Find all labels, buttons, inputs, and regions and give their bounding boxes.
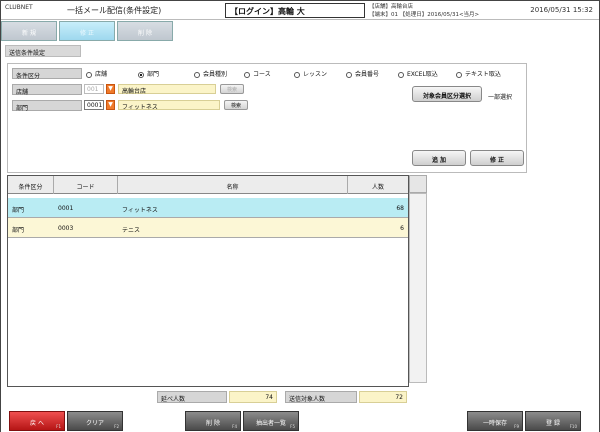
dept-code-input[interactable]: 0001: [84, 100, 104, 110]
radio-dot-icon: [138, 71, 144, 78]
cell-category: 部門: [12, 207, 25, 214]
column-header-code[interactable]: コード: [54, 176, 118, 194]
fkey-label: F10: [569, 424, 577, 429]
mode-tabs: 新 規 修 正 削 除: [1, 21, 181, 41]
radio-course[interactable]: コース: [244, 69, 271, 78]
store-line: 【店舗】高輪台店: [369, 4, 414, 10]
extracted-list-button-label: 抽出者一覧: [255, 420, 286, 427]
app-window: CLUBNET 一括メール配信(条件設定) 【ログイン】高輪 大 【店舗】高輪台…: [0, 0, 600, 432]
radio-member-number[interactable]: 会員番号: [346, 69, 379, 78]
scrollbar-up-button[interactable]: [409, 175, 427, 193]
radio-dot-icon: [194, 71, 200, 78]
brand-label: CLUBNET: [5, 4, 33, 11]
add-button[interactable]: 追 加: [412, 150, 466, 166]
fkey-label: F9: [514, 424, 519, 429]
fkey-label: F5: [290, 424, 295, 429]
store-code-input[interactable]: 001: [84, 84, 104, 94]
cell-name: テニス: [122, 227, 141, 234]
edit-button[interactable]: 修 正: [470, 150, 524, 166]
cell-name: フィットネス: [122, 207, 158, 214]
store-search-button[interactable]: 検索: [220, 84, 244, 94]
clear-button-label: クリア: [85, 420, 104, 427]
column-header-category[interactable]: 条件区分: [8, 176, 54, 194]
radio-excel-import[interactable]: EXCEL取込: [398, 69, 438, 78]
radio-label: 店舗: [95, 71, 108, 78]
store-info: 【店舗】高輪台店 【端末】01 【処理日】2016/05/31<当月>: [369, 3, 479, 19]
radio-dot-icon: [244, 71, 250, 78]
current-datetime: 2016/05/31 15:32: [530, 6, 593, 14]
register-button[interactable]: 登 録 F10: [525, 411, 581, 431]
radio-label: レッスン: [303, 71, 328, 78]
temp-save-button-label: 一時保存: [482, 420, 507, 427]
dept-dropdown-button[interactable]: ▼: [106, 100, 115, 110]
extracted-list-button[interactable]: 抽出者一覧 F5: [243, 411, 299, 431]
tab-delete[interactable]: 削 除: [117, 21, 173, 41]
delete-button[interactable]: 削 除 F4: [185, 411, 241, 431]
back-button-label: 戻 へ: [30, 420, 44, 427]
gross-count-value: 74: [229, 391, 277, 403]
cell-count: 6: [400, 225, 404, 232]
condition-radio-group: 店舗 部門 会員種別 コース レッスン 会員番号 EXCEL取込 テキスト取込: [84, 68, 522, 79]
clear-button[interactable]: クリア F2: [67, 411, 123, 431]
conditions-table: 条件区分 コード 名称 人数 部門 0001 フィットネス 68 部門 0003…: [7, 175, 409, 387]
radio-dot-icon: [398, 71, 404, 78]
radio-label: 会員番号: [355, 71, 380, 78]
store-name-field: 高輪台店: [118, 84, 216, 95]
login-user: 【ログイン】高輪 大: [225, 3, 365, 18]
page-title: 一括メール配信(条件設定): [67, 6, 162, 15]
fkey-label: F4: [232, 424, 237, 429]
radio-dot-icon: [294, 71, 300, 78]
cell-code: 0003: [58, 225, 74, 232]
function-key-bar: 戻 へ F1 クリア F2 削 除 F4 抽出者一覧 F5 一時保存 F9 登 録 F10: [1, 409, 599, 432]
radio-label: 部門: [147, 71, 160, 78]
register-button-label: 登 録: [546, 420, 560, 427]
header-bar: CLUBNET 一括メール配信(条件設定) 【ログイン】高輪 大 【店舗】高輪台…: [1, 1, 599, 20]
back-button[interactable]: 戻 へ F1: [9, 411, 65, 431]
table-row[interactable]: 部門 0003 テニス 6: [8, 218, 408, 238]
radio-dept[interactable]: 部門: [138, 69, 159, 78]
table-row[interactable]: 部門 0001 フィットネス 68: [8, 198, 408, 218]
column-header-count[interactable]: 人数: [348, 176, 408, 194]
conditions-panel: 条件区分 店舗 部門 会員種別 コース レッスン 会員番号 EXCEL取込 テキ…: [7, 63, 527, 173]
fkey-label: F2: [114, 424, 119, 429]
radio-member-type[interactable]: 会員種別: [194, 69, 227, 78]
store-dropdown-button[interactable]: ▼: [106, 84, 115, 94]
delete-button-label: 削 除: [206, 420, 220, 427]
tab-new[interactable]: 新 規: [1, 21, 57, 41]
dept-label: 部門: [12, 100, 82, 112]
partial-selection-label: 一部選択: [488, 94, 513, 101]
fkey-label: F1: [56, 424, 61, 429]
column-header-name[interactable]: 名称: [118, 176, 348, 194]
radio-lesson[interactable]: レッスン: [294, 69, 327, 78]
radio-label: テキスト取込: [465, 71, 501, 78]
target-count-value: 72: [359, 391, 407, 403]
section-title: 送信条件設定: [5, 45, 81, 57]
radio-dot-icon: [86, 71, 92, 78]
table-header: 条件区分 コード 名称 人数: [8, 176, 408, 194]
dept-search-button[interactable]: 検索: [224, 100, 248, 110]
cell-code: 0001: [58, 205, 74, 212]
cell-count: 68: [396, 205, 404, 212]
radio-label: EXCEL取込: [407, 71, 438, 78]
scrollbar-track[interactable]: [409, 193, 427, 383]
radio-dot-icon: [456, 71, 462, 78]
target-count-label: 送信対象人数: [285, 391, 357, 403]
radio-dot-icon: [346, 71, 352, 78]
store-label: 店舗: [12, 84, 82, 96]
radio-label: 会員種別: [203, 71, 228, 78]
temp-save-button[interactable]: 一時保存 F9: [467, 411, 523, 431]
radio-label: コース: [253, 71, 271, 78]
select-member-category-button[interactable]: 対象会員区分選択: [412, 86, 482, 102]
terminal-line: 【端末】01 【処理日】2016/05/31<当月>: [369, 12, 480, 18]
cell-category: 部門: [12, 227, 25, 234]
radio-text-import[interactable]: テキスト取込: [456, 69, 501, 78]
dept-name-field: フィットネス: [118, 100, 220, 111]
tab-edit[interactable]: 修 正: [59, 21, 115, 41]
radio-store[interactable]: 店舗: [86, 69, 107, 78]
gross-count-label: 延べ人数: [157, 391, 227, 403]
condition-category-label: 条件区分: [12, 68, 82, 80]
